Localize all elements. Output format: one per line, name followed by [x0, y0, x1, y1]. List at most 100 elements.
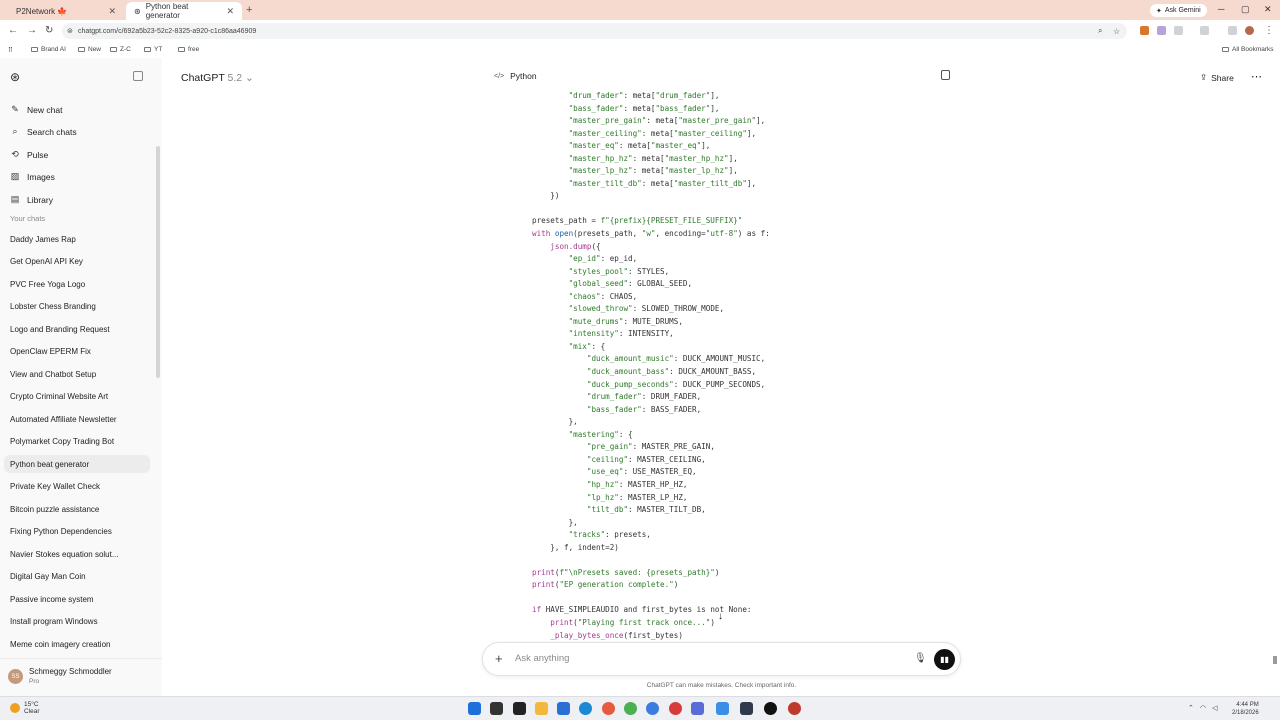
code-line: "duck_amount_music": DUCK_AMOUNT_MUSIC,	[586, 354, 766, 364]
chat-list-item[interactable]: Private Key Wallet Check	[4, 477, 150, 495]
volume-icon[interactable]: ◁	[1212, 704, 1217, 712]
file-explorer-icon[interactable]	[535, 702, 548, 715]
all-bookmarks-folder[interactable]: All Bookmarks	[1222, 46, 1274, 53]
chat-list-item[interactable]: Passive income system	[4, 590, 150, 608]
close-tab-icon[interactable]: ✕	[108, 6, 116, 17]
model-selector[interactable]: ChatGPT 5.2 ⌄	[181, 72, 254, 84]
close-tab-icon[interactable]: ✕	[226, 6, 234, 17]
sidebar-item-search-chats[interactable]: ⌕ Search chats	[10, 126, 76, 137]
wifi-icon[interactable]: ◠	[1200, 704, 1206, 712]
chat-list-item[interactable]: Polymarket Copy Trading Bot	[4, 432, 150, 450]
sidebar-scrollbar[interactable]	[156, 146, 160, 378]
chat-list-item[interactable]: Bitcoin puzzle assistance	[4, 500, 150, 518]
weather-widget[interactable]: 15°C Clear	[10, 701, 40, 715]
chat-list-item[interactable]: Logo and Branding Request	[4, 320, 150, 338]
chat-list-item[interactable]: Lobster Chess Branding	[4, 297, 150, 315]
chat-list-item[interactable]: Crypto Criminal Website Art	[4, 387, 150, 405]
scroll-down-arrow-icon[interactable]: ↓	[718, 611, 723, 622]
chat-list-item[interactable]: View and Chatbot Setup	[4, 365, 150, 383]
terminal-icon[interactable]	[513, 702, 526, 715]
chat-list-item[interactable]: OpenClaw EPERM Fix	[4, 342, 150, 360]
minimize-icon[interactable]: ─	[1218, 4, 1224, 14]
chat-list-item[interactable]: Fixing Python Dependencies	[4, 522, 150, 540]
more-options-icon[interactable]: ⋯	[1251, 70, 1262, 83]
chat-list-item-selected[interactable]: Python beat generator	[4, 455, 150, 473]
media-player-icon[interactable]	[764, 702, 777, 715]
share-button[interactable]: ⇪ Share	[1200, 72, 1234, 83]
close-window-icon[interactable]: ✕	[1264, 4, 1272, 15]
chrome-profile-icon[interactable]	[624, 702, 637, 715]
start-icon[interactable]	[468, 702, 481, 715]
clock-time: 4:44 PM	[1236, 702, 1259, 708]
ask-gemini-button[interactable]: ✦ Ask Gemini	[1150, 4, 1207, 17]
chat-list-item[interactable]: PVC Free Yoga Logo	[4, 275, 150, 293]
chat-list-item[interactable]: Install program Windows	[4, 612, 150, 630]
bookmark-folder[interactable]: YT	[144, 46, 162, 53]
openai-logo-icon[interactable]: ⊛	[10, 70, 20, 84]
sidebar-toggle-icon[interactable]	[1200, 26, 1209, 35]
sidebar-collapse-icon[interactable]	[133, 71, 143, 81]
scrollbar-thumb[interactable]	[1273, 656, 1277, 664]
plus-icon[interactable]: +	[495, 651, 503, 666]
browser-tab[interactable]: P2Network 🍁 ✕	[8, 2, 124, 20]
chat-list-item[interactable]: Navier Stokes equation solut...	[4, 545, 150, 563]
code-line: "global_seed": GLOBAL_SEED,	[568, 279, 693, 289]
app-icon[interactable]	[669, 702, 682, 715]
chat-list-item[interactable]: Daddy James Rap	[4, 230, 150, 248]
tray-chevron-icon[interactable]: ⌃	[1188, 704, 1194, 712]
bookmark-folder[interactable]: New	[78, 46, 101, 53]
sidebar-item-images[interactable]: ▨ Images	[10, 171, 55, 182]
task-view-icon[interactable]	[490, 702, 503, 715]
prompt-input[interactable]: Ask anything	[515, 653, 569, 664]
chrome-profile-icon[interactable]	[646, 702, 659, 715]
app-icon[interactable]	[740, 702, 753, 715]
back-icon[interactable]: ←	[8, 25, 18, 36]
chrome-icon[interactable]	[602, 702, 615, 715]
extension-icon[interactable]	[1157, 26, 1166, 35]
system-clock[interactable]: 4:44 PM 2/18/2026	[1232, 701, 1259, 717]
voice-mode-button[interactable]: ▮▮	[934, 649, 955, 670]
browser-tab-active[interactable]: ⊛ Python beat generator ✕	[126, 2, 242, 20]
app-icon[interactable]	[788, 702, 801, 715]
bookmark-folder[interactable]: Z-C	[110, 46, 131, 53]
chat-list-item[interactable]: Get OpenAI API Key	[4, 252, 150, 270]
metamask-extension-icon[interactable]	[1140, 26, 1149, 35]
extensions-puzzle-icon[interactable]	[1174, 26, 1183, 35]
edge-icon[interactable]	[579, 702, 592, 715]
bookmark-folder[interactable]: free	[178, 46, 199, 53]
chat-list-item[interactable]: Automated Affiliate Newsletter	[4, 410, 150, 428]
zoom-icon[interactable]: ⌕	[1098, 26, 1102, 36]
copy-icon[interactable]	[941, 70, 950, 80]
maximize-icon[interactable]: ▢	[1241, 4, 1250, 15]
bookmark-star-icon[interactable]: ☆	[1113, 27, 1120, 36]
chevron-down-icon: ⌄	[245, 72, 254, 84]
url-field[interactable]: ⊜ chatgpt.com/c/692a5b23-52c2-8325-a920-…	[62, 23, 1127, 39]
calculator-icon[interactable]	[716, 702, 729, 715]
code-line: "bass_fader": BASS_FADER,	[586, 404, 702, 414]
main-scrollbar[interactable]	[1272, 58, 1278, 696]
forward-icon[interactable]: →	[27, 25, 37, 36]
downloads-icon[interactable]	[1228, 26, 1237, 35]
sidebar-item-label: Images	[27, 171, 55, 182]
store-icon[interactable]	[557, 702, 570, 715]
sidebar-item-pulse[interactable]: ⟲ Pulse	[10, 149, 48, 160]
sidebar-item-new-chat[interactable]: ✎ New chat	[10, 104, 62, 115]
microphone-icon[interactable]: 🎙	[914, 653, 927, 664]
reload-icon[interactable]: ↻	[45, 25, 53, 36]
bookmark-folder[interactable]: Brand AI	[31, 46, 66, 53]
code-line: "tilt_db": MASTER_TILT_DB,	[586, 505, 706, 515]
chat-list-item[interactable]: Meme coin imagery creation	[4, 635, 150, 653]
chat-list-item[interactable]: Digital Gay Man Coin	[4, 567, 150, 585]
main-content: ChatGPT 5.2 ⌄ ⇪ Share ⋯ </> Python "drum…	[162, 58, 1280, 696]
code-line: "master_hp_hz": meta["master_hp_hz"],	[568, 153, 738, 163]
profile-avatar-icon[interactable]	[1245, 26, 1254, 35]
new-tab-icon[interactable]: +	[246, 4, 252, 16]
site-info-icon[interactable]: ⊜	[67, 27, 73, 35]
bookmark-label: New	[88, 46, 102, 53]
user-account-button[interactable]: SS Schmeggy Schmoddler Pro	[0, 658, 162, 694]
app-icon[interactable]	[691, 702, 704, 715]
apps-grid-icon[interactable]: ⠿	[8, 46, 13, 54]
browser-menu-icon[interactable]: ⋮	[1264, 25, 1274, 36]
code-line: print("EP generation complete.")	[532, 580, 679, 590]
sidebar-item-library[interactable]: ▤ Library	[10, 194, 53, 205]
